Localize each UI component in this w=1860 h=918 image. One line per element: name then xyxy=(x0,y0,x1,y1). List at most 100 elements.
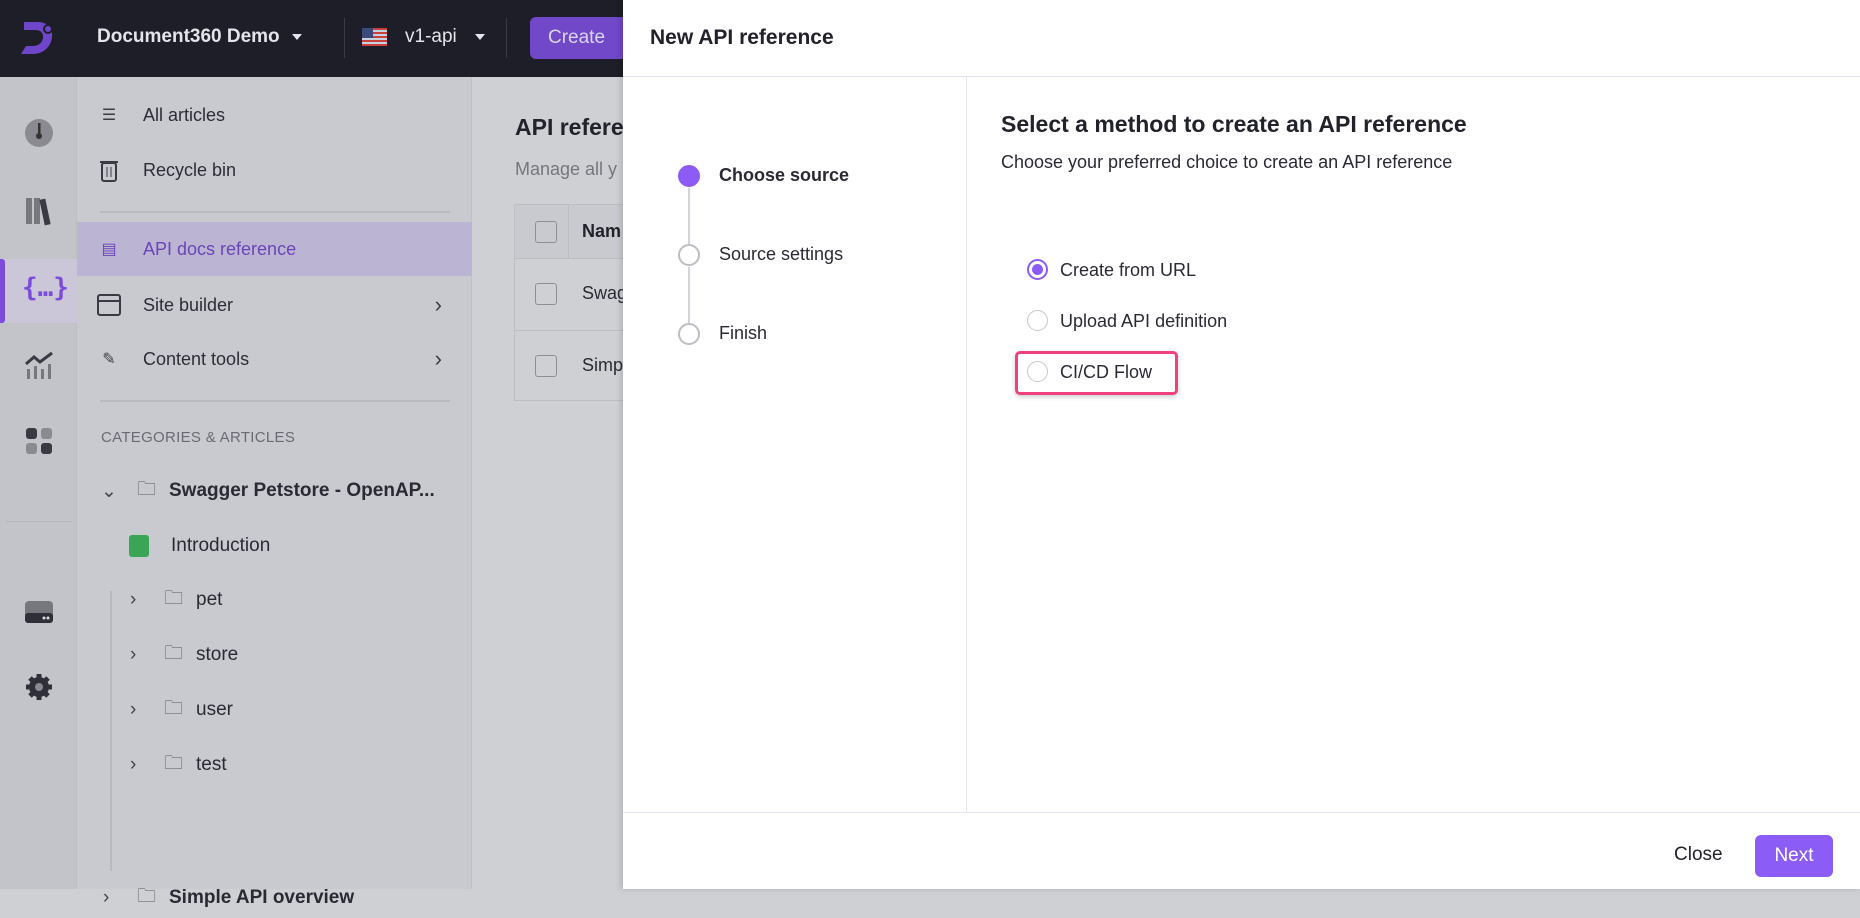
step-connector xyxy=(688,267,690,323)
table-header: Nam xyxy=(515,205,623,259)
row-checkbox[interactable] xyxy=(535,283,557,305)
apps-icon[interactable] xyxy=(24,426,54,456)
tree-item-label: Swagger Petstore - OpenAP... xyxy=(169,480,435,501)
nav-item-site-builder[interactable]: Site builder › xyxy=(77,278,472,332)
step-indicator xyxy=(678,244,700,266)
radio-create-from-url[interactable] xyxy=(1027,259,1048,280)
option-label: CI/CD Flow xyxy=(1060,362,1153,382)
divider xyxy=(344,18,345,58)
api-docs-icon: {…} xyxy=(22,273,69,303)
close-button[interactable]: Close xyxy=(1674,844,1723,866)
create-label: Create xyxy=(548,27,606,48)
caret-down-icon xyxy=(291,34,302,40)
page-title: API refere xyxy=(515,114,623,140)
panel-footer: Close Next xyxy=(623,812,1860,889)
step-connector xyxy=(688,188,690,244)
drive-icon[interactable] xyxy=(24,597,54,627)
nav-item-all-articles[interactable]: ☰ All articles xyxy=(77,88,472,142)
trash-icon xyxy=(97,158,121,182)
page-subtitle: Manage all y xyxy=(515,159,618,179)
documentation-icon[interactable] xyxy=(24,196,54,226)
section-title: CATEGORIES & ARTICLES xyxy=(101,429,296,446)
main-content: API refere Manage all y Nam Swag Simp xyxy=(472,77,623,889)
nav-item-label: API docs reference xyxy=(143,238,297,259)
method-heading: Select a method to create an API referen… xyxy=(1001,111,1467,137)
tree-item-folder[interactable]: › 🗀 user xyxy=(130,690,233,730)
method-description: Choose your preferred choice to create a… xyxy=(1001,152,1453,172)
option-ci-cd-flow[interactable]: CI/CD Flow xyxy=(1027,361,1167,387)
document360-logo-icon[interactable] xyxy=(18,18,58,58)
radio-upload-api-definition[interactable] xyxy=(1027,310,1048,331)
chevron-right-icon: › xyxy=(434,346,442,371)
chevron-down-icon: ⌄ xyxy=(101,480,117,502)
folder-icon: 🗀 xyxy=(164,698,184,719)
tree-item-folder[interactable]: › 🗀 pet xyxy=(130,580,222,620)
radio-ci-cd-flow[interactable] xyxy=(1027,361,1048,382)
analytics-icon[interactable] xyxy=(24,350,54,380)
version-selector[interactable]: v1-api xyxy=(362,26,485,48)
next-button[interactable]: Next xyxy=(1755,835,1833,877)
divider xyxy=(100,400,450,402)
step-indicator xyxy=(678,323,700,345)
tree-item-swagger-petstore[interactable]: ⌄ 🗀 Swagger Petstore - OpenAP... xyxy=(101,471,435,511)
nav-item-api-docs-reference[interactable]: ▤ API docs reference xyxy=(77,222,472,276)
browser-window-icon xyxy=(97,293,121,317)
version-name: v1-api xyxy=(405,26,457,47)
panel-header: New API reference xyxy=(623,0,1860,77)
new-api-reference-panel: New API reference Choose source Source s… xyxy=(623,0,1860,889)
tree-item-introduction[interactable]: Introduction xyxy=(129,526,270,566)
article-icon xyxy=(129,535,149,557)
folder-icon: 🗀 xyxy=(164,753,184,774)
us-flag-icon xyxy=(362,28,387,46)
tree-item-simple-api[interactable]: › 🗀 Simple API overview xyxy=(103,878,354,918)
step-indicator-active xyxy=(678,165,700,187)
divider xyxy=(100,211,450,213)
option-upload-api-definition[interactable]: Upload API definition xyxy=(1027,310,1287,336)
folder-icon: 🗀 xyxy=(164,643,184,664)
column-header-name[interactable]: Nam xyxy=(582,221,621,242)
tree-item-label: pet xyxy=(196,589,223,610)
checklist-icon: ☰ xyxy=(101,107,117,124)
chevron-right-icon: › xyxy=(130,644,137,665)
top-bar: Document360 Demo v1-api Create xyxy=(0,0,640,77)
option-label: Upload API definition xyxy=(1060,311,1228,331)
option-create-from-url[interactable]: Create from URL xyxy=(1027,259,1247,285)
chevron-right-icon: › xyxy=(103,887,110,908)
project-selector[interactable]: Document360 Demo xyxy=(97,26,302,48)
tree-item-folder[interactable]: › 🗀 store xyxy=(130,635,238,675)
chevron-right-icon: › xyxy=(434,292,442,317)
api-table: Nam Swag Simp xyxy=(514,204,623,401)
tools-icon: ✎ xyxy=(102,351,116,368)
nav-item-label: Content tools xyxy=(143,348,250,369)
row-name: Simp xyxy=(582,355,623,375)
nav-item-content-tools[interactable]: ✎ Content tools › xyxy=(77,332,472,386)
step-label: Source settings xyxy=(719,244,844,264)
tree-item-label: test xyxy=(196,754,227,775)
panel-title: New API reference xyxy=(650,26,834,49)
table-row[interactable]: Swag xyxy=(515,259,623,331)
table-row[interactable]: Simp xyxy=(515,331,623,401)
option-label: Create from URL xyxy=(1060,260,1197,280)
tree-item-folder[interactable]: › 🗀 test xyxy=(130,745,227,785)
tree-item-label: user xyxy=(196,699,233,720)
nav-item-label: Site builder xyxy=(143,294,234,315)
tree-guide-line xyxy=(110,591,112,871)
step-label: Choose source xyxy=(719,165,850,185)
row-checkbox[interactable] xyxy=(535,355,557,377)
nav-item-label: Recycle bin xyxy=(143,159,237,180)
api-docs-list-icon: ▤ xyxy=(101,241,117,258)
icon-rail: {…} xyxy=(0,77,77,889)
select-all-checkbox[interactable] xyxy=(535,221,557,243)
tree-item-label: Simple API overview xyxy=(169,887,355,908)
settings-icon[interactable] xyxy=(24,672,54,702)
api-folder-icon: 🗀 xyxy=(137,479,157,500)
tree-item-label: Introduction xyxy=(171,535,271,556)
navigation-sidebar: ☰ All articles Recycle bin ▤ API docs re… xyxy=(77,77,472,908)
api-folder-icon: 🗀 xyxy=(137,886,157,907)
dashboard-icon[interactable] xyxy=(24,118,54,148)
project-name: Document360 Demo xyxy=(97,26,280,47)
step-label: Finish xyxy=(719,323,768,343)
divider xyxy=(6,521,72,522)
rail-item-api-docs-active[interactable]: {…} xyxy=(0,259,77,323)
nav-item-recycle-bin[interactable]: Recycle bin xyxy=(77,143,472,197)
